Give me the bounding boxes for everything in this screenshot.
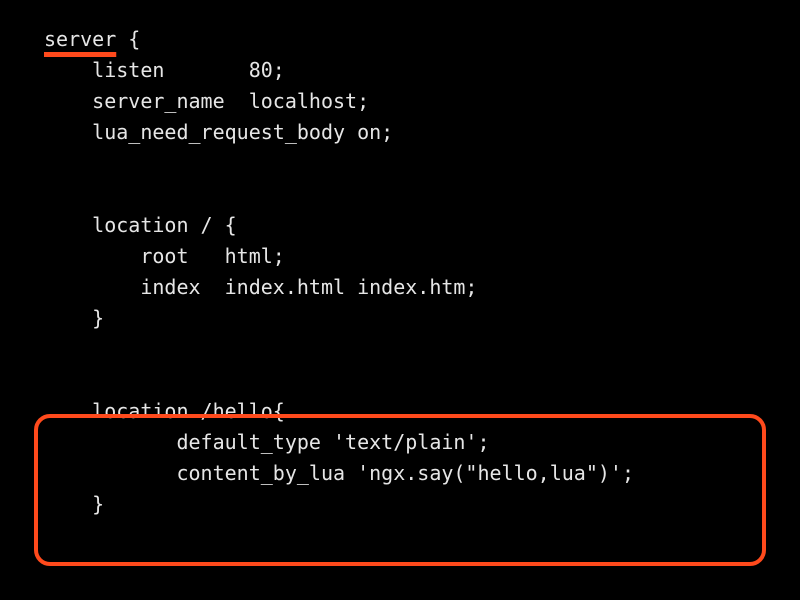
server-keyword: server	[44, 27, 116, 51]
code-line-2: listen 80;	[44, 58, 285, 82]
code-line-8: root html;	[44, 244, 285, 268]
code-line-9: index index.html index.htm;	[44, 275, 477, 299]
code-line-4: lua_need_request_body on;	[44, 120, 393, 144]
code-line-13: location /hello{	[44, 399, 285, 423]
code-line-15: content_by_lua 'ngx.say("hello,lua")';	[44, 461, 634, 485]
code-line-7: location / {	[44, 213, 237, 237]
nginx-config-code: server { listen 80; server_name localhos…	[44, 24, 634, 520]
code-line-10: }	[44, 306, 104, 330]
code-line-16: }	[44, 492, 104, 516]
code-line-1b: {	[116, 27, 140, 51]
code-line-14: default_type 'text/plain';	[44, 430, 490, 454]
code-line-3: server_name localhost;	[44, 89, 369, 113]
